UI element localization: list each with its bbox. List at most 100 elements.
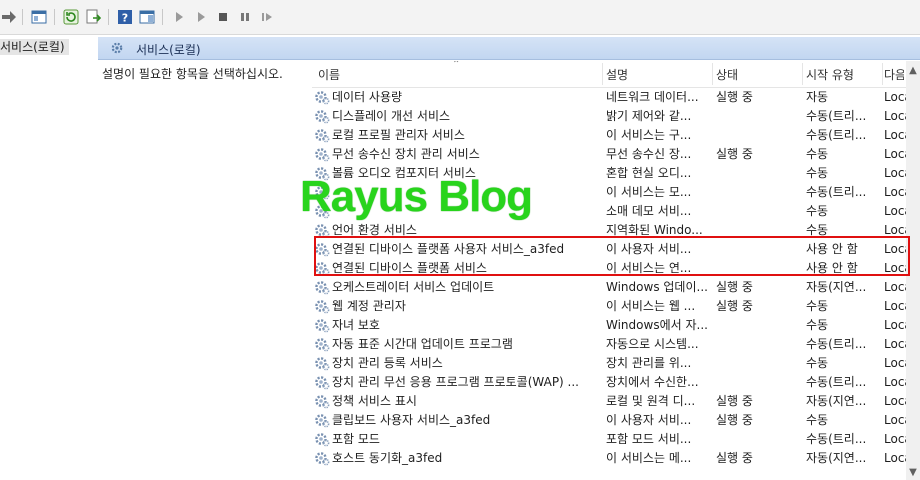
vertical-scrollbar[interactable]: ▲ ▼: [906, 61, 920, 480]
table-row[interactable]: 웹 계정 관리자 이 서비스는 웹 ... 실행 중 수동 Loca: [312, 296, 920, 315]
table-row[interactable]: 장치 관리 무선 응용 프로그램 프로토콜(WAP) ... 장치에서 수신한..…: [312, 372, 920, 391]
service-description: 자동으로 시스템...: [606, 337, 699, 351]
table-row[interactable]: 데이터 사용량 네트워크 데이터... 실행 중 자동 Loca: [312, 87, 920, 106]
service-startup-type: 수동: [806, 166, 829, 180]
properties-pane-icon[interactable]: [138, 8, 156, 26]
gear-icon: [110, 41, 124, 58]
service-state: 실행 중: [716, 413, 753, 427]
service-description: 혼합 현실 오디...: [606, 166, 692, 180]
service-startup-type: 자동: [806, 90, 829, 104]
service-state: 실행 중: [716, 90, 753, 104]
column-header-startup-type[interactable]: 시작 유형: [806, 67, 882, 83]
service-state: [716, 374, 802, 390]
service-gear-icon: [314, 412, 330, 428]
scroll-up-icon[interactable]: ▲: [906, 65, 920, 76]
watermark-text: Rayus Blog: [300, 172, 533, 221]
service-startup-type: 사용 안 함: [806, 242, 858, 256]
table-row[interactable]: 장치 관리 등록 서비스 장치 관리를 위... 수동 Loca: [312, 353, 920, 372]
service-startup-type: 수동(트리...: [806, 432, 867, 446]
refresh-icon[interactable]: [62, 8, 80, 26]
service-gear-icon: [314, 108, 330, 124]
service-state: 실행 중: [716, 299, 753, 313]
show-hide-console-tree-icon[interactable]: [30, 8, 48, 26]
service-name: 자동 표준 시간대 업데이트 프로그램: [332, 337, 513, 351]
service-gear-icon: [314, 279, 330, 295]
service-state: 실행 중: [716, 394, 753, 408]
stop-service-icon[interactable]: [214, 8, 232, 26]
console-tree: 서비스(로컬): [0, 35, 97, 480]
service-description: 소매 데모 서비...: [606, 204, 692, 218]
table-row[interactable]: 로컬 프로필 관리자 서비스 이 서비스는 구... 수동(트리... Loca: [312, 125, 920, 144]
start-service-alt-icon[interactable]: [192, 8, 210, 26]
service-name: 언어 환경 서비스: [332, 223, 417, 237]
service-startup-type: 수동(트리...: [806, 128, 867, 142]
toolbar: ?: [0, 0, 920, 35]
column-divider[interactable]: [712, 63, 713, 85]
svg-text:?: ?: [122, 12, 128, 25]
table-row[interactable]: 무선 송수신 장치 관리 서비스 무선 송수신 장... 실행 중 수동 Loca: [312, 144, 920, 163]
start-service-icon[interactable]: [170, 8, 188, 26]
forward-arrow-icon[interactable]: [0, 8, 18, 26]
table-row[interactable]: 디스플레이 개선 서비스 밝기 제어와 같... 수동(트리... Loca: [312, 106, 920, 125]
service-name: 무선 송수신 장치 관리 서비스: [332, 147, 480, 161]
service-startup-type: 수동: [806, 204, 829, 218]
column-divider[interactable]: [882, 63, 883, 85]
column-header-description[interactable]: 설명: [606, 67, 712, 83]
service-state: [716, 355, 802, 371]
help-icon[interactable]: ?: [116, 8, 134, 26]
service-state: 실행 중: [716, 280, 753, 294]
service-description: 이 서비스는 메...: [606, 451, 692, 465]
service-description: 로컬 및 원격 디...: [606, 394, 696, 408]
column-divider[interactable]: [602, 63, 603, 85]
column-divider[interactable]: [802, 63, 803, 85]
table-row[interactable]: 연결된 디바이스 플랫폼 서비스 이 서비스는 연... 사용 안 함 Loca: [312, 258, 920, 277]
column-header-name[interactable]: 이름: [318, 67, 598, 83]
export-list-icon[interactable]: [84, 8, 102, 26]
toolbar-separator: [108, 9, 109, 25]
service-description: 이 사용자 서비...: [606, 242, 692, 256]
service-startup-type: 자동(지연...: [806, 394, 867, 408]
service-gear-icon: [314, 241, 330, 257]
service-description: 이 서비스는 연...: [606, 261, 692, 275]
toolbar-separator: [54, 9, 55, 25]
table-row[interactable]: 자녀 보호 Windows에서 자... 수동 Loca: [312, 315, 920, 334]
services-list: ⌃ 이름 설명 상태 시작 유형 다음 데이터 사용량 네트워크 데이터... 실행…: [312, 61, 920, 480]
column-header-logon-as[interactable]: 다음: [884, 67, 904, 83]
service-startup-type: 자동(지연...: [806, 280, 867, 294]
service-state: [716, 203, 802, 219]
service-description: 이 사용자 서비...: [606, 413, 692, 427]
pane-header: 서비스(로컬): [98, 37, 920, 60]
table-row[interactable]: 호스트 동기화_a3fed 이 서비스는 메... 실행 중 자동(지연... Loca: [312, 448, 920, 467]
pause-service-icon[interactable]: [236, 8, 254, 26]
tree-item-services-local[interactable]: 서비스(로컬): [0, 39, 69, 55]
service-gear-icon: [314, 336, 330, 352]
column-header-state[interactable]: 상태: [716, 67, 802, 83]
service-name: 장치 관리 무선 응용 프로그램 프로토콜(WAP) ...: [332, 375, 579, 389]
table-row[interactable]: 정책 서비스 표시 로컬 및 원격 디... 실행 중 자동(지연... Loca: [312, 391, 920, 410]
service-gear-icon: [314, 450, 330, 466]
service-name: 로컬 프로필 관리자 서비스: [332, 128, 465, 142]
service-state: [716, 241, 802, 257]
table-row[interactable]: 클립보드 사용자 서비스_a3fed 이 사용자 서비... 실행 중 수동 Loca: [312, 410, 920, 429]
table-row[interactable]: 포함 모드 포함 모드 서비... 수동(트리... Loca: [312, 429, 920, 448]
service-gear-icon: [314, 222, 330, 238]
toolbar-separator: [22, 9, 23, 25]
service-state: [716, 260, 802, 276]
service-state: [716, 431, 802, 447]
pane-title: 서비스(로컬): [136, 43, 201, 57]
service-state: [716, 222, 802, 238]
service-state: [716, 336, 802, 352]
table-row[interactable]: 연결된 디바이스 플랫폼 사용자 서비스_a3fed 이 사용자 서비... 사용 …: [312, 239, 920, 258]
service-state: [716, 108, 802, 124]
table-row[interactable]: 자동 표준 시간대 업데이트 프로그램 자동으로 시스템... 수동(트리... Lo…: [312, 334, 920, 353]
scroll-down-icon[interactable]: ▼: [906, 467, 920, 478]
service-state: 실행 중: [716, 147, 753, 161]
service-state: [716, 127, 802, 143]
table-row[interactable]: 오케스트레이터 서비스 업데이트 Windows 업데이... 실행 중 자동(지연.…: [312, 277, 920, 296]
table-row[interactable]: 언어 환경 서비스 지역화된 Windo... 수동 Loca: [312, 220, 920, 239]
service-gear-icon: [314, 127, 330, 143]
service-state: [716, 165, 802, 181]
restart-service-icon[interactable]: [258, 8, 276, 26]
service-description: 무선 송수신 장...: [606, 147, 692, 161]
service-name: 연결된 디바이스 플랫폼 사용자 서비스_a3fed: [332, 242, 565, 256]
